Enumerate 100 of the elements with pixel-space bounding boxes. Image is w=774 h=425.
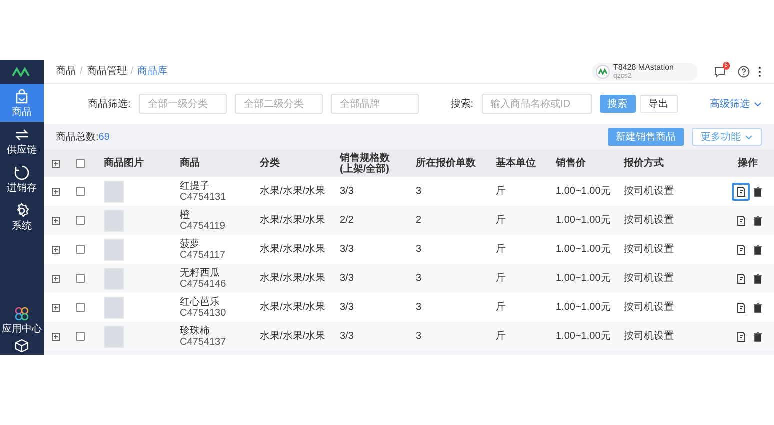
pricing-method: 按司机设置 xyxy=(624,184,674,199)
filter-label: 商品筛选: xyxy=(88,98,131,112)
spec-count: 3/3 xyxy=(340,185,354,199)
edit-button[interactable] xyxy=(732,182,750,200)
expand-icon[interactable] xyxy=(52,304,60,312)
pricing-method: 按司机设置 xyxy=(624,272,674,286)
delete-icon[interactable] xyxy=(754,332,762,342)
quote-count: 3 xyxy=(416,272,422,286)
unit-text: 斤 xyxy=(496,272,506,286)
category-select[interactable]: 全部品牌 xyxy=(330,94,419,114)
delete-icon[interactable] xyxy=(754,302,762,312)
product-name: 红心芭乐 xyxy=(180,296,221,308)
quote-count: 3 xyxy=(416,243,422,257)
checkbox[interactable] xyxy=(76,187,85,196)
column-header: 销售价 xyxy=(556,158,586,169)
checkbox[interactable] xyxy=(76,159,85,168)
photo-placeholder xyxy=(104,326,124,348)
unit-text: 斤 xyxy=(496,300,506,315)
quote-count: 3 xyxy=(416,330,422,344)
product-code: C4754130 xyxy=(180,308,228,318)
checkbox[interactable] xyxy=(76,303,85,312)
delete-icon[interactable] xyxy=(754,186,762,196)
quote-count: 2 xyxy=(416,214,422,228)
price-text: 1.00~1.00元 xyxy=(556,243,611,257)
product-code: C4754137 xyxy=(180,336,228,348)
column-header: 操作 xyxy=(738,158,758,169)
edit-icon xyxy=(736,332,746,342)
category-text: 水果/水果/水果 xyxy=(260,184,326,199)
photo-placeholder xyxy=(104,210,124,232)
export-button[interactable]: 导出 xyxy=(640,95,678,113)
advanced-filter-link[interactable]: 高级筛选 xyxy=(710,96,762,112)
breadcrumb-separator: / xyxy=(130,65,134,79)
cube-icon[interactable] xyxy=(15,339,29,353)
breadcrumb-link[interactable]: 商品 xyxy=(56,64,76,79)
column-header: 商品 xyxy=(180,158,200,169)
photo-placeholder xyxy=(104,180,124,202)
product-code: C4754119 xyxy=(180,220,226,232)
unit-text: 斤 xyxy=(496,214,506,228)
category-text: 水果/水果/水果 xyxy=(260,214,326,228)
delete-icon[interactable] xyxy=(754,216,762,226)
category-select[interactable]: 全部一级分类 xyxy=(138,94,227,114)
sidebar-item[interactable]: 供应链 xyxy=(0,122,44,160)
chevron-down-icon xyxy=(745,134,753,140)
sidebar-item[interactable]: 商品 xyxy=(0,84,44,122)
expand-icon[interactable] xyxy=(52,216,60,224)
unit-text: 斤 xyxy=(496,184,506,199)
sidebar-item[interactable]: 系统 xyxy=(0,198,44,236)
photo-placeholder xyxy=(104,238,124,260)
price-text: 1.00~1.00元 xyxy=(556,272,611,286)
account-name: T8428 MAstation xyxy=(614,62,674,72)
checkbox[interactable] xyxy=(76,216,85,225)
edit-icon xyxy=(736,186,746,196)
breadcrumb-link[interactable]: 商品库 xyxy=(138,64,168,79)
expand-icon[interactable] xyxy=(52,332,60,340)
expand-icon[interactable] xyxy=(52,274,60,282)
delete-icon[interactable] xyxy=(754,274,762,284)
product-name: 无籽西瓜 xyxy=(180,268,221,278)
checkbox[interactable] xyxy=(76,245,85,254)
logo-icon xyxy=(12,67,32,77)
price-text: 1.00~1.00元 xyxy=(556,301,611,315)
edit-icon xyxy=(736,216,746,226)
product-code: C4754131 xyxy=(180,192,228,202)
expand-icon[interactable] xyxy=(52,246,60,254)
search-field[interactable]: 输入商品名称或ID xyxy=(482,94,592,114)
category-select[interactable]: 全部二级分类 xyxy=(234,94,323,114)
breadcrumb-separator: / xyxy=(80,65,83,79)
expand-icon[interactable] xyxy=(52,160,60,168)
price-text: 1.00~1.00元 xyxy=(556,214,611,228)
message-icon[interactable] xyxy=(714,66,726,78)
sidebar-item[interactable]: 应用中心 xyxy=(0,301,44,339)
checkbox[interactable] xyxy=(76,274,85,283)
product-name: 菠萝 xyxy=(180,238,201,250)
help-icon[interactable] xyxy=(738,66,750,78)
sidebar-item[interactable]: 进销存 xyxy=(0,160,44,198)
more-icon[interactable] xyxy=(758,66,762,78)
product-code: C4754117 xyxy=(180,250,226,260)
category-text: 水果/水果/水果 xyxy=(260,300,326,315)
price-text: 1.00~1.00元 xyxy=(556,185,611,199)
spec-count: 3/3 xyxy=(340,301,354,315)
product-name: 橙 xyxy=(180,210,191,220)
quote-count: 3 xyxy=(416,301,422,315)
column-header: 所在报价单数 xyxy=(416,158,476,169)
unit-text: 斤 xyxy=(496,242,506,257)
pricing-method: 按司机设置 xyxy=(624,300,674,315)
product-name: 红提子 xyxy=(180,180,211,192)
checkbox[interactable] xyxy=(76,332,85,341)
pricing-method: 按司机设置 xyxy=(624,242,674,257)
chevron-down-icon xyxy=(754,102,762,106)
expand-icon[interactable] xyxy=(52,188,60,196)
spec-count: 3/3 xyxy=(340,330,354,344)
logo-icon xyxy=(596,64,610,78)
column-header: 分类 xyxy=(260,158,280,169)
edit-icon xyxy=(736,274,746,284)
edit-icon xyxy=(736,302,746,312)
category-text: 水果/水果/水果 xyxy=(260,330,326,344)
photo-placeholder xyxy=(104,268,124,290)
refresh-icon xyxy=(13,164,31,182)
search-label: 搜索: xyxy=(450,98,474,112)
delete-icon[interactable] xyxy=(754,244,762,254)
breadcrumb-link[interactable]: 商品管理 xyxy=(86,64,127,79)
